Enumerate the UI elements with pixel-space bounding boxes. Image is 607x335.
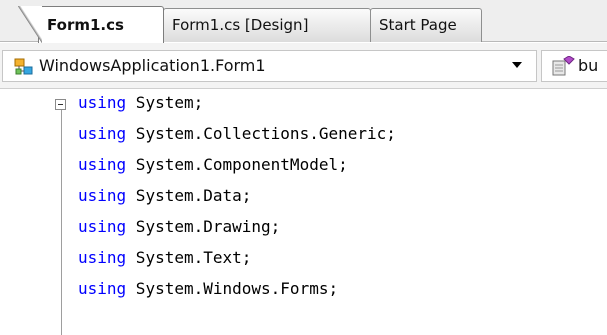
code-text: System.ComponentModel; bbox=[126, 155, 348, 174]
member-icon bbox=[552, 56, 575, 76]
member-dropdown[interactable]: bu bbox=[541, 50, 607, 82]
code-line[interactable]: using System.Text; bbox=[78, 244, 251, 272]
code-keyword: using bbox=[78, 248, 127, 267]
navigation-bar: WindowsApplication1.Form1 bu bbox=[0, 43, 607, 89]
code-text: System; bbox=[126, 93, 204, 112]
document-tab-strip: Form1.cs Form1.cs [Design] Start Page bbox=[0, 0, 607, 43]
code-text: System.Text; bbox=[126, 248, 252, 267]
code-keyword: using bbox=[78, 124, 127, 143]
code-line[interactable]: using System; bbox=[78, 89, 203, 117]
collapse-toggle-icon[interactable] bbox=[55, 99, 66, 110]
code-line[interactable]: using System.ComponentModel; bbox=[78, 151, 348, 179]
code-text: System.Windows.Forms; bbox=[126, 279, 339, 298]
member-dropdown-value: bu bbox=[578, 56, 599, 75]
code-line[interactable]: using System.Drawing; bbox=[78, 213, 280, 241]
code-line[interactable]: using System.Windows.Forms; bbox=[78, 275, 338, 303]
code-keyword: using bbox=[78, 155, 127, 174]
tab-start-page[interactable]: Start Page bbox=[370, 8, 482, 42]
class-dropdown-value: WindowsApplication1.Form1 bbox=[39, 56, 266, 75]
code-text: System.Collections.Generic; bbox=[126, 124, 396, 143]
code-editor[interactable]: using System; using System.Collections.G… bbox=[0, 89, 607, 335]
code-text: System.Data; bbox=[126, 186, 252, 205]
code-keyword: using bbox=[78, 186, 127, 205]
outline-guide bbox=[61, 105, 62, 335]
code-line[interactable]: using System.Data; bbox=[78, 182, 251, 210]
code-text: System.Drawing; bbox=[126, 217, 281, 236]
class-icon bbox=[14, 58, 33, 75]
code-line[interactable]: using System.Collections.Generic; bbox=[78, 120, 396, 148]
class-dropdown[interactable]: WindowsApplication1.Form1 bbox=[2, 50, 537, 82]
tab-edge bbox=[18, 6, 42, 43]
code-keyword: using bbox=[78, 93, 127, 112]
code-keyword: using bbox=[78, 217, 127, 236]
chevron-down-icon[interactable] bbox=[512, 62, 522, 68]
code-keyword: using bbox=[78, 279, 127, 298]
tab-form1-cs-design[interactable]: Form1.cs [Design] bbox=[163, 8, 371, 42]
tab-form1-cs[interactable]: Form1.cs bbox=[38, 6, 164, 43]
